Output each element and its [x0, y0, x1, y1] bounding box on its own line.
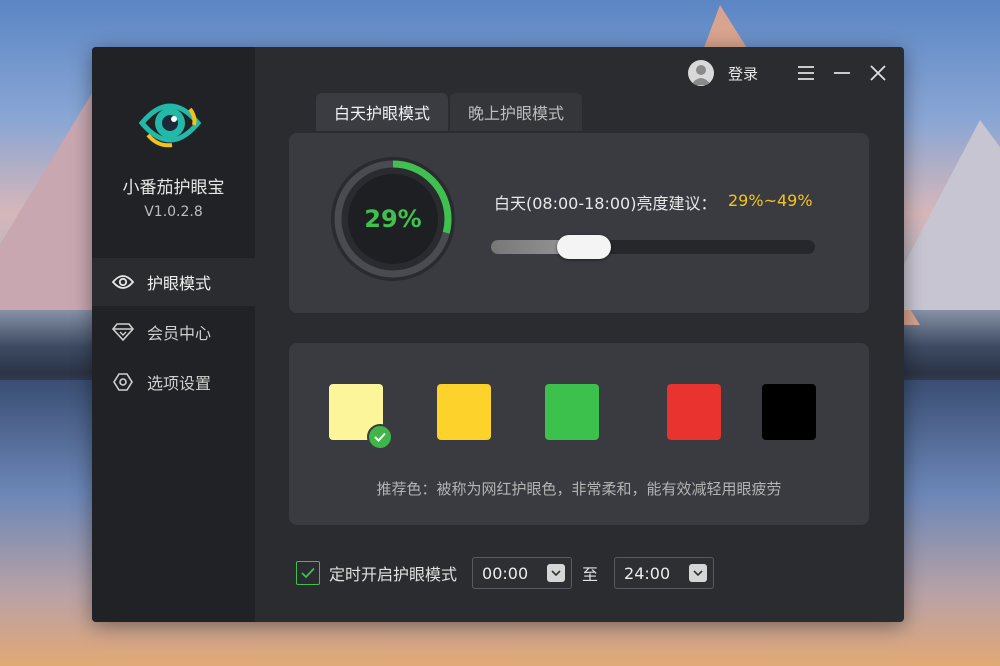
swatch-red[interactable]: [667, 384, 721, 440]
close-icon[interactable]: [868, 63, 888, 83]
swatch-green[interactable]: [545, 384, 599, 440]
avatar-icon[interactable]: [687, 60, 714, 86]
schedule-checkbox-label: 定时开启护眼模式: [329, 565, 458, 584]
eye-icon: [112, 271, 134, 293]
time-range-separator: 至: [582, 565, 599, 584]
tab-day-mode[interactable]: 白天护眼模式: [316, 93, 449, 131]
app-logo-icon: [138, 103, 202, 148]
app-window: 小番茄护眼宝 V1.0.2.8 护眼模式 会员中心 选项设置 登录 白天护眼模式…: [92, 47, 904, 622]
end-time-select[interactable]: 24:00: [614, 557, 715, 589]
hexagon-settings-icon: [112, 371, 134, 393]
swatch-black[interactable]: [762, 384, 816, 440]
schedule-checkbox[interactable]: [296, 561, 320, 585]
sidebar-item-eye-mode[interactable]: 护眼模式: [92, 258, 255, 306]
end-time-value: 24:00: [624, 563, 671, 583]
color-recommendation-text: 推荐色：被称为网红护眼色，非常柔和，能有效减轻用眼疲劳: [376, 480, 782, 498]
tab-night-mode[interactable]: 晚上护眼模式: [450, 93, 583, 131]
brightness-percent: 29%: [364, 205, 422, 233]
menu-icon[interactable]: [796, 63, 816, 83]
checkmark-icon: [301, 567, 315, 579]
title-bar: 登录: [687, 59, 888, 87]
start-time-select[interactable]: 00:00: [472, 557, 573, 589]
brightness-slider-thumb[interactable]: [557, 235, 611, 259]
login-link[interactable]: 登录: [728, 63, 758, 84]
sidebar-item-member-center[interactable]: 会员中心: [92, 308, 255, 356]
mode-tabs: 白天护眼模式 晚上护眼模式: [316, 93, 584, 131]
sidebar-item-label: 选项设置: [147, 374, 212, 393]
brightness-slider-track[interactable]: [491, 240, 815, 254]
chevron-down-icon: [689, 564, 708, 582]
swatch-light-yellow[interactable]: [329, 384, 393, 450]
sidebar-item-label: 护眼模式: [147, 274, 212, 293]
brightness-panel: 29% 白天(08:00-18:00)亮度建议： 29%~49%: [289, 133, 869, 313]
brightness-suggestion-range: 29%~49%: [728, 191, 813, 210]
swatch-yellow[interactable]: [437, 384, 491, 440]
app-name: 小番茄护眼宝: [122, 178, 225, 198]
diamond-icon: [112, 321, 134, 343]
brightness-suggestion-label: 白天(08:00-18:00)亮度建议：: [494, 194, 717, 213]
start-time-value: 00:00: [482, 563, 529, 583]
minimize-icon[interactable]: [832, 63, 852, 83]
sidebar-item-label: 会员中心: [147, 324, 212, 343]
color-panel: 推荐色：被称为网红护眼色，非常柔和，能有效减轻用眼疲劳: [289, 343, 869, 525]
schedule-row: 定时开启护眼模式 00:00 至 24:00: [296, 556, 715, 590]
app-version: V1.0.2.8: [144, 204, 203, 220]
sidebar-item-settings[interactable]: 选项设置: [92, 358, 255, 406]
sidebar: 小番茄护眼宝 V1.0.2.8 护眼模式 会员中心 选项设置: [92, 47, 255, 622]
chevron-down-icon: [547, 564, 566, 582]
selected-check-icon: [367, 424, 393, 450]
